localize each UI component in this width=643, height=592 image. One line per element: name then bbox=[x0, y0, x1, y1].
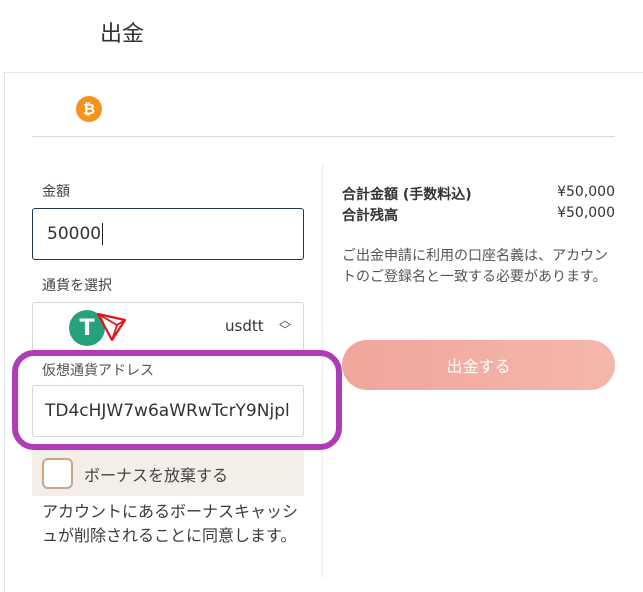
amount-input[interactable]: 50000 bbox=[32, 208, 304, 260]
text-caret bbox=[102, 223, 104, 245]
withdraw-button[interactable]: 出金する bbox=[342, 340, 615, 390]
bonus-forfeit-checkbox[interactable] bbox=[42, 458, 73, 489]
bonus-forfeit-label[interactable]: ボーナスを放棄する bbox=[84, 462, 228, 486]
address-value: TD4cHJW7w6aWRwTcrY9Njpl bbox=[45, 401, 290, 421]
currency-select[interactable]: T usdtt ︿ ﹀ bbox=[32, 302, 304, 352]
total-amount-row: 合計金額 (手数料込) ¥50,000 bbox=[342, 184, 615, 204]
divider bbox=[32, 136, 615, 137]
total-balance-row: 合計残高 ¥50,000 bbox=[342, 205, 615, 225]
account-name-notice: ご出金申請に利用の口座名義は、アカウントのご登録名と一致する必要があります。 bbox=[342, 248, 608, 285]
crypto-address-input[interactable]: TD4cHJW7w6aWRwTcrY9Njpl bbox=[32, 385, 304, 437]
amount-label: 金額 bbox=[42, 184, 70, 200]
tron-icon bbox=[96, 312, 127, 342]
total-balance-value: ¥50,000 bbox=[557, 205, 615, 221]
total-amount-value: ¥50,000 bbox=[557, 184, 615, 200]
total-amount-label: 合計金額 (手数料込) bbox=[342, 187, 472, 203]
chevron-updown-icon: ︿ ﹀ bbox=[279, 313, 292, 337]
address-label: 仮想通貨アドレス bbox=[42, 363, 154, 379]
column-divider bbox=[322, 164, 323, 578]
total-balance-label: 合計残高 bbox=[342, 208, 398, 224]
currency-label: 通貨を選択 bbox=[42, 278, 112, 294]
bonus-forfeit-row: ボーナスを放棄する bbox=[32, 450, 304, 496]
page-title: 出金 bbox=[100, 22, 145, 47]
amount-value: 50000 bbox=[47, 224, 102, 244]
bitcoin-icon[interactable]: ₿ bbox=[76, 96, 102, 122]
currency-value: usdtt bbox=[225, 317, 264, 335]
bonus-note: アカウントにあるボーナスキャッシュが削除されることに同意します。 bbox=[42, 502, 299, 545]
